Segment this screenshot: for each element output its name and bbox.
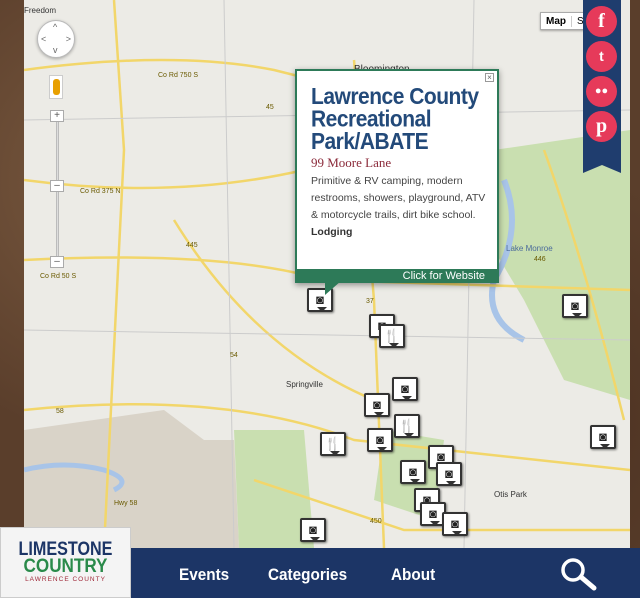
zoom-slider-handle[interactable]: – bbox=[50, 180, 64, 192]
twitter-icon[interactable]: t bbox=[586, 41, 617, 72]
nav-about[interactable]: About bbox=[391, 565, 435, 585]
place-label: Freedom bbox=[24, 6, 57, 15]
place-label: Springville bbox=[286, 380, 323, 389]
pinterest-icon[interactable]: p bbox=[586, 111, 617, 142]
camera-marker-icon[interactable]: ◙ bbox=[367, 428, 393, 452]
place-label: Lake Monroe bbox=[506, 244, 553, 253]
camera-marker-icon[interactable]: ◙ bbox=[590, 425, 616, 449]
road-label: Co Rd 50 S bbox=[40, 273, 77, 280]
street-view-pegman-icon[interactable] bbox=[49, 75, 63, 99]
road-label: 37 bbox=[366, 298, 374, 305]
restaurant-marker-icon[interactable]: 🍴 bbox=[394, 414, 420, 438]
restaurant-marker-icon[interactable]: 🍴 bbox=[379, 324, 405, 348]
popup-title: Lawrence County Recreational Park/ABATE bbox=[311, 84, 479, 155]
road-label: 45 bbox=[266, 104, 274, 111]
popup-address: 99 Moore Lane bbox=[311, 155, 392, 170]
camera-marker-icon[interactable]: ◙ bbox=[392, 377, 418, 401]
facebook-icon[interactable]: f bbox=[586, 6, 617, 37]
popup-category: Lodging bbox=[311, 226, 353, 238]
camera-marker-icon[interactable]: ◙ bbox=[436, 462, 462, 486]
camera-marker-icon[interactable]: ◙ bbox=[442, 512, 468, 536]
road-label: Co Rd 750 S bbox=[158, 72, 199, 79]
road-label: 446 bbox=[534, 256, 546, 263]
road-label: 450 bbox=[370, 518, 382, 525]
popup-description: Primitive & RV camping, modern restrooms… bbox=[311, 175, 486, 221]
search-icon[interactable] bbox=[558, 556, 600, 592]
road-label: 58 bbox=[56, 408, 64, 415]
road-label: Hwy 58 bbox=[114, 500, 138, 507]
zoom-out-button[interactable]: – bbox=[50, 256, 64, 268]
info-window: × Lawrence County Recreational Park/ABAT… bbox=[295, 69, 499, 295]
logo[interactable]: LIMESTONE COUNTRY LAWRENCE COUNTY bbox=[0, 527, 131, 598]
map-type-map[interactable]: Map bbox=[541, 15, 572, 27]
camera-marker-icon[interactable]: ◙ bbox=[562, 294, 588, 318]
road-label: 54 bbox=[230, 352, 238, 359]
place-label: Otis Park bbox=[494, 490, 527, 499]
road-label: Co Rd 375 N bbox=[80, 188, 121, 195]
camera-marker-icon[interactable]: ◙ bbox=[300, 518, 326, 542]
social-ribbon: f t ●● p bbox=[583, 0, 621, 173]
road-label: 445 bbox=[186, 242, 198, 249]
popup-pointer bbox=[325, 281, 341, 295]
zoom-in-button[interactable]: + bbox=[50, 110, 64, 122]
restaurant-marker-icon[interactable]: 🍴 bbox=[320, 432, 346, 456]
logo-line2: COUNTRY bbox=[23, 556, 108, 577]
flickr-icon[interactable]: ●● bbox=[586, 76, 617, 107]
close-icon[interactable]: × bbox=[485, 73, 494, 82]
camera-marker-icon[interactable]: ◙ bbox=[400, 460, 426, 484]
pan-control[interactable]: ^ < > v bbox=[37, 20, 75, 58]
nav-events[interactable]: Events bbox=[179, 565, 229, 585]
nav-categories[interactable]: Categories bbox=[268, 565, 347, 585]
logo-line3: LAWRENCE COUNTY bbox=[25, 576, 106, 583]
camera-marker-icon[interactable]: ◙ bbox=[364, 393, 390, 417]
